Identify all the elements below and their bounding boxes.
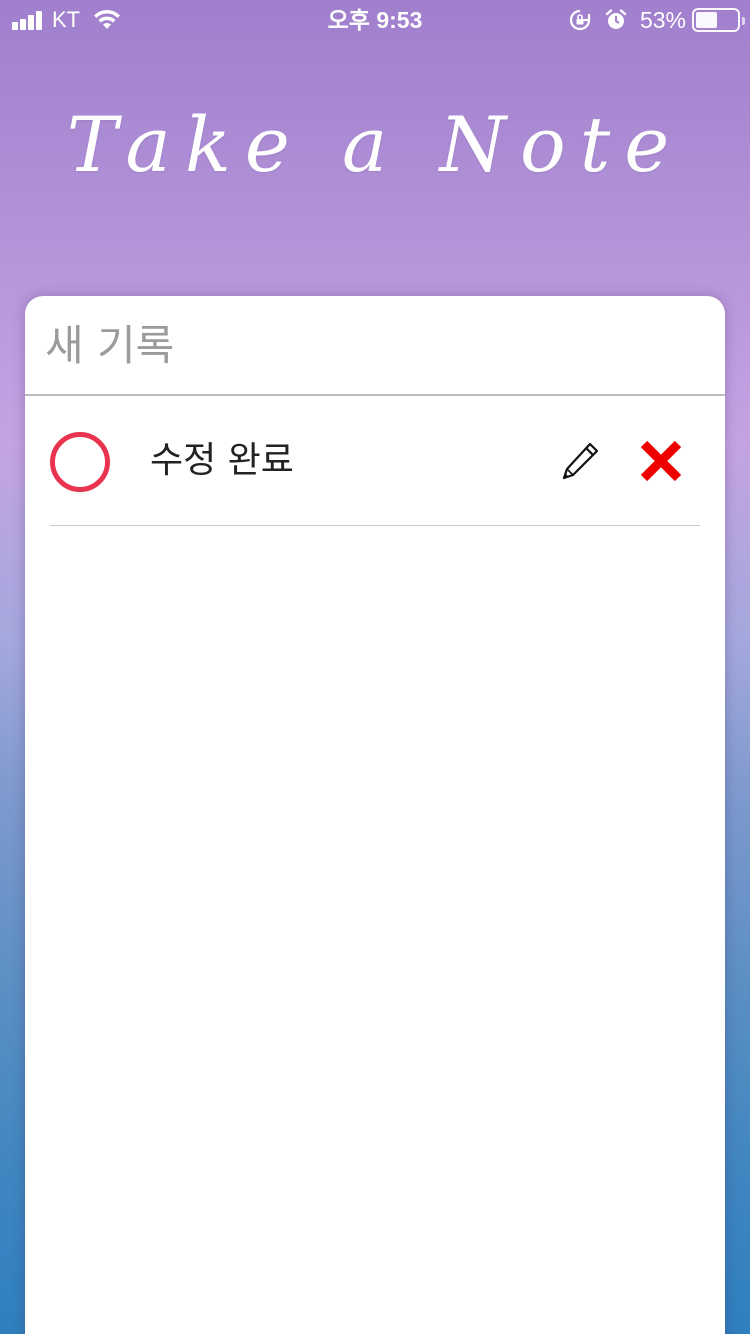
todo-item-text: 수정 완료 <box>150 440 294 481</box>
alarm-icon <box>605 9 627 29</box>
status-right: 53% <box>568 6 745 34</box>
battery-icon <box>692 8 745 32</box>
app-title: Take a Note <box>66 100 684 189</box>
new-note-input[interactable] <box>25 296 725 396</box>
close-x-icon[interactable] <box>638 438 684 484</box>
battery-level <box>696 12 717 28</box>
todo-item: 수정 완료 <box>50 396 700 526</box>
battery-percent: 53% <box>639 7 686 33</box>
circle-outline-icon[interactable] <box>50 432 110 492</box>
battery-tip <box>742 17 745 25</box>
notes-card: 수정 완료 <box>25 296 725 1334</box>
pencil-icon[interactable] <box>560 441 600 481</box>
rotation-lock-icon <box>569 9 591 31</box>
todo-list: 수정 완료 <box>50 396 700 526</box>
status-bar: KT 오후 9:53 53% <box>0 0 750 40</box>
